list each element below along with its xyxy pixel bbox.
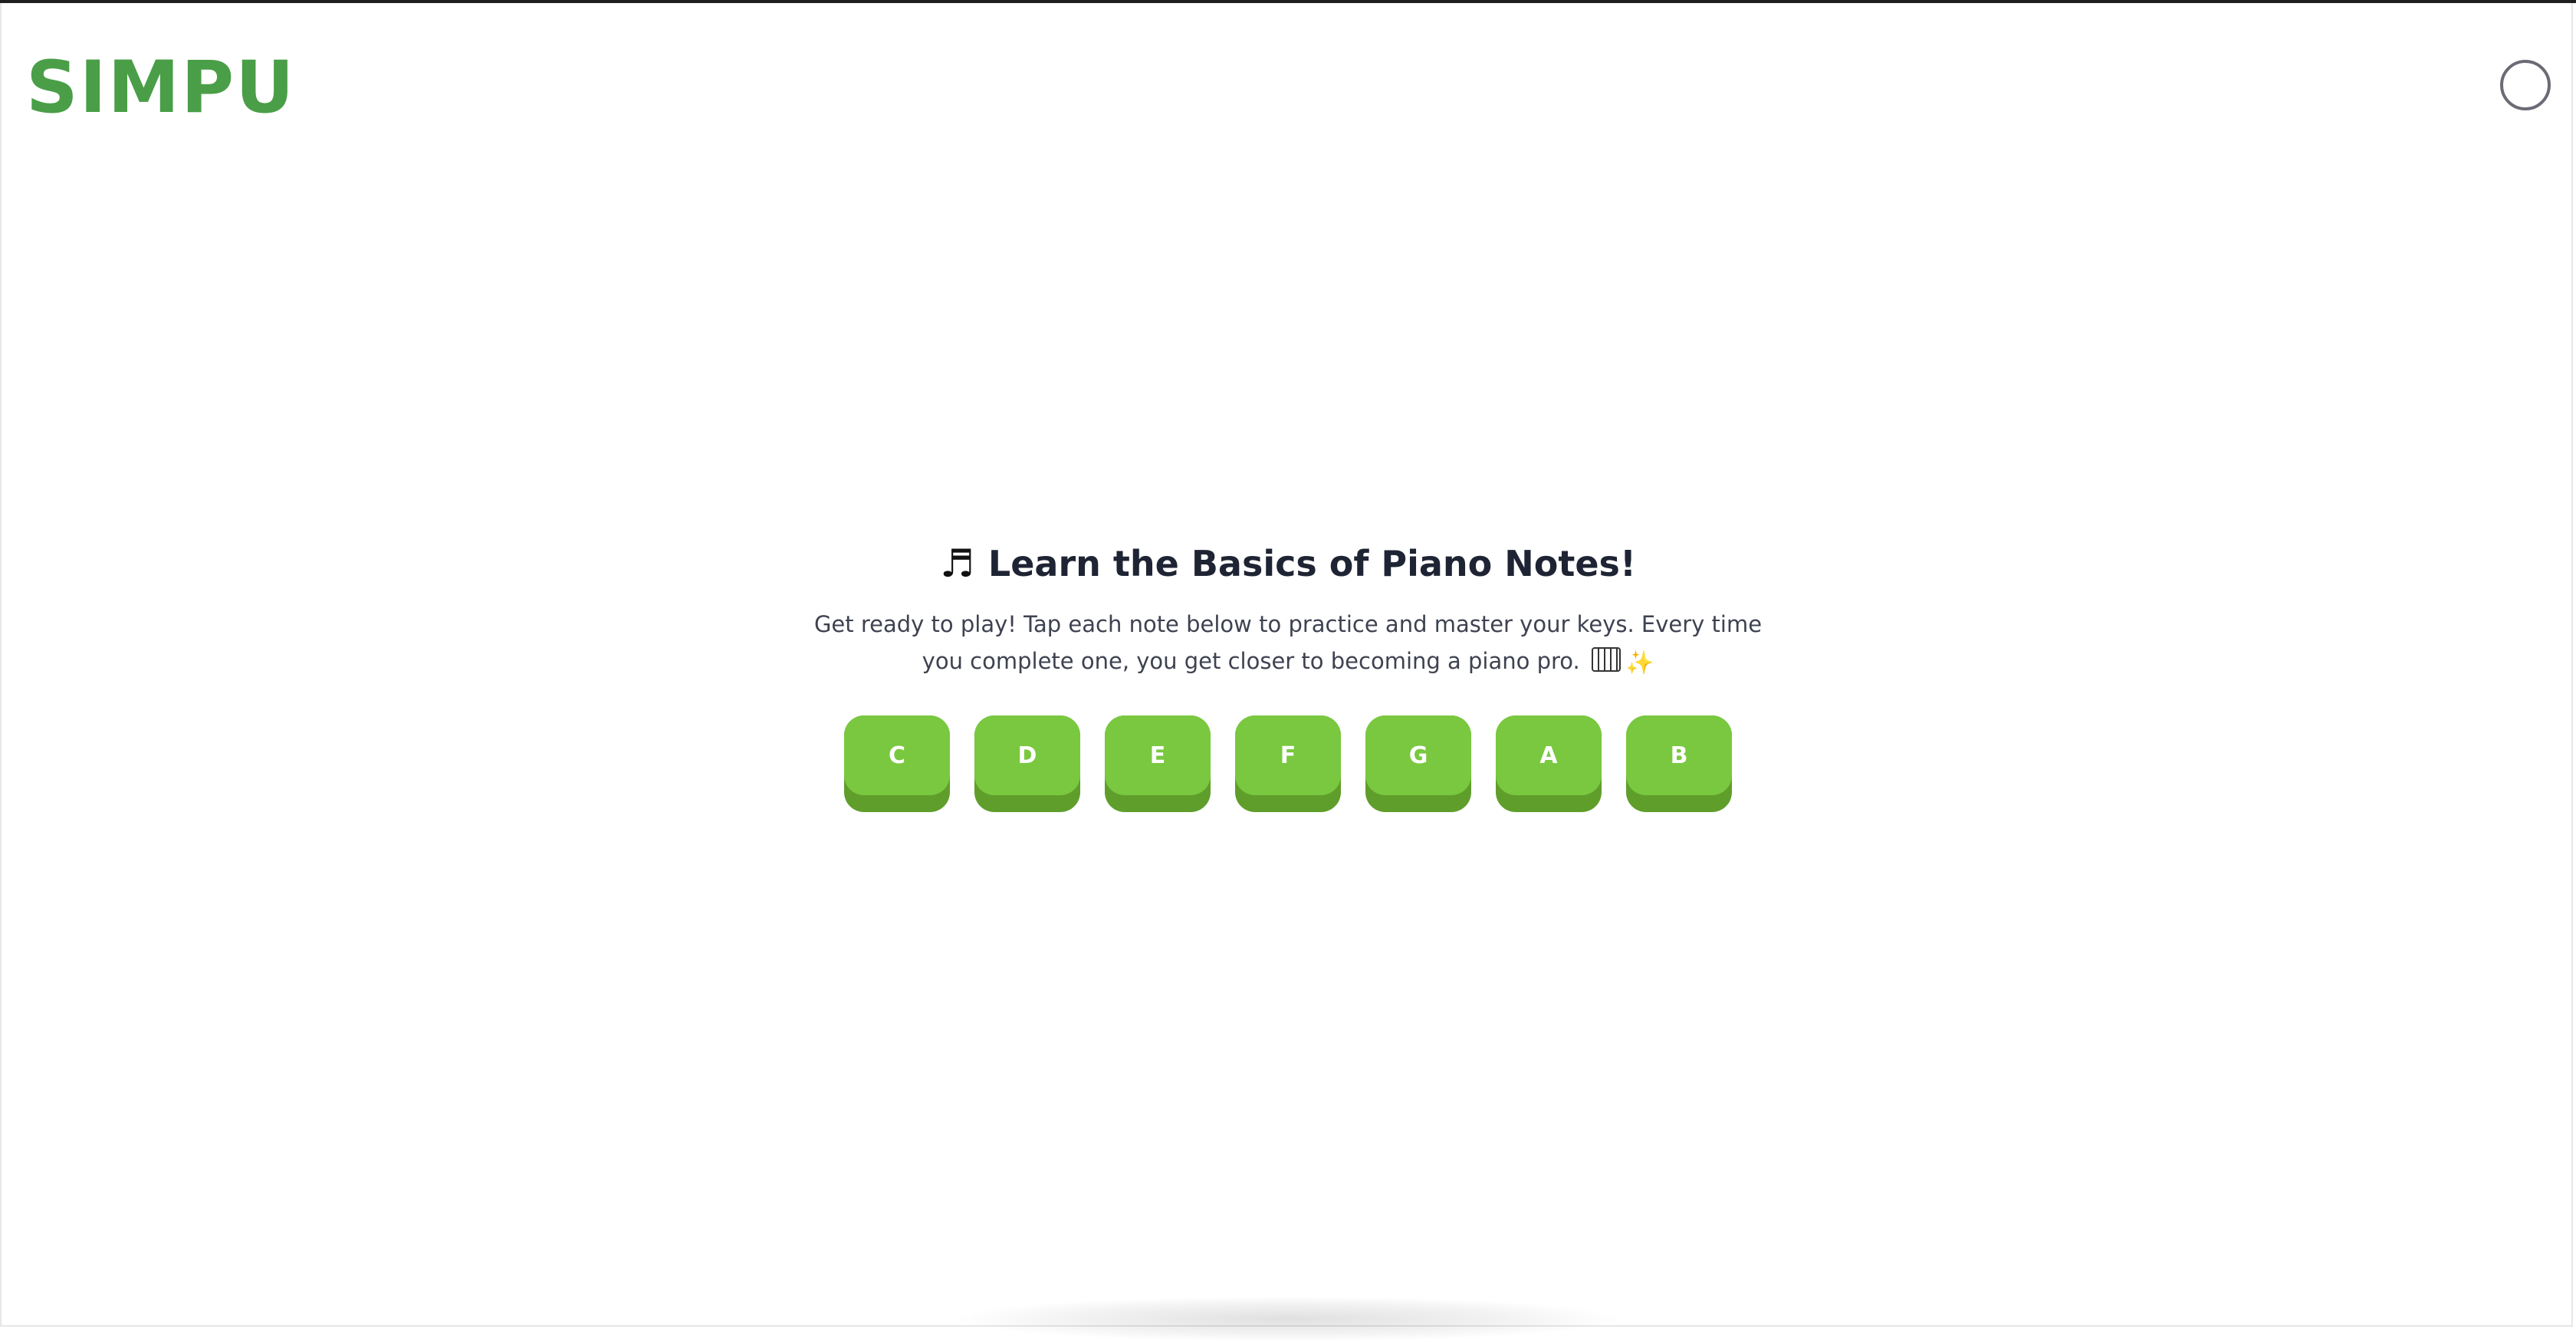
note-label: B — [1626, 715, 1732, 795]
profile-avatar-button[interactable] — [2500, 60, 2551, 110]
lesson-intro: ♬ Learn the Basics of Piano Notes! Get r… — [0, 537, 2576, 812]
simpu-logo[interactable]: SIMPU — [26, 46, 295, 130]
note-label: D — [974, 715, 1080, 795]
note-button-e[interactable]: E — [1105, 715, 1211, 812]
note-label: E — [1105, 715, 1211, 795]
music-notes-icon: ♬ — [940, 541, 974, 586]
note-buttons: C D E F G A B — [0, 715, 2576, 812]
note-button-f[interactable]: F — [1235, 715, 1341, 812]
note-label: F — [1235, 715, 1341, 795]
note-button-b[interactable]: B — [1626, 715, 1732, 812]
sparkles-icon: ✨ — [1625, 650, 1654, 676]
note-label: C — [844, 715, 950, 795]
lesson-description: Get ready to play! Tap each note below t… — [813, 606, 1763, 682]
lesson-heading: ♬ Learn the Basics of Piano Notes! — [940, 537, 1636, 590]
bottom-drop-shadow — [951, 1296, 1625, 1342]
note-label: G — [1365, 715, 1471, 795]
note-button-g[interactable]: G — [1365, 715, 1471, 812]
note-button-a[interactable]: A — [1496, 715, 1602, 812]
lesson-heading-text: Learn the Basics of Piano Notes! — [987, 543, 1636, 584]
piano-keyboard-icon — [1591, 647, 1621, 672]
note-button-c[interactable]: C — [844, 715, 950, 812]
note-button-d[interactable]: D — [974, 715, 1080, 812]
note-label: A — [1496, 715, 1602, 795]
